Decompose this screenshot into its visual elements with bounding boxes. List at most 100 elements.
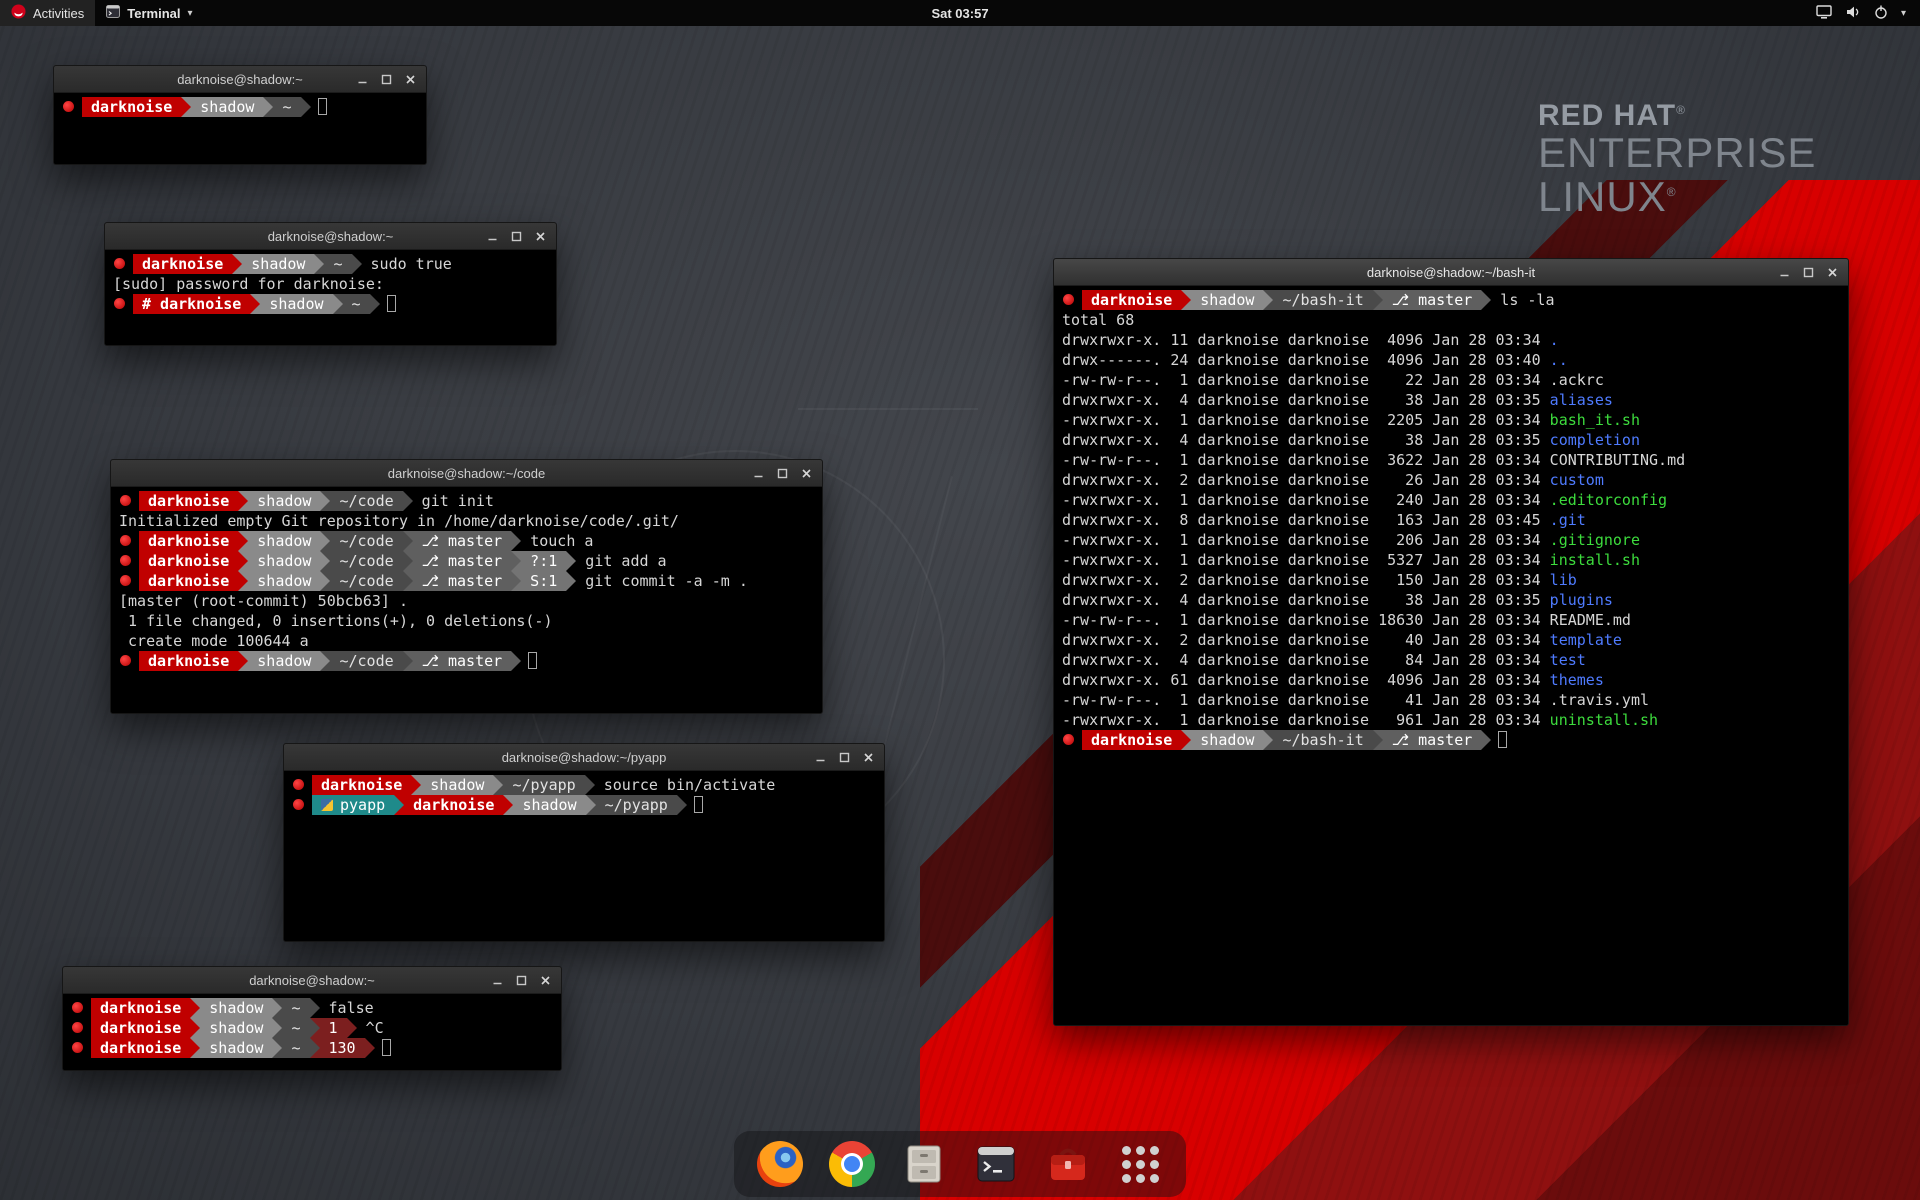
file-name: .editorconfig [1550, 491, 1667, 509]
terminal-line: darknoiseshadow~/code⎇ master?:1 git add… [119, 551, 814, 571]
file-entry: -rwxrwxr-x. 1 darknoise darknoise 2205 J… [1062, 410, 1840, 430]
powerline-separator [566, 571, 576, 591]
file-entry: -rw-rw-r--. 1 darknoise darknoise 22 Jan… [1062, 370, 1840, 390]
prompt-host-segment: shadow [1191, 730, 1263, 750]
close-button[interactable] [1822, 262, 1843, 283]
window-titlebar[interactable]: darknoise@shadow:~ [63, 967, 561, 994]
app-grid-dots [1122, 1146, 1159, 1183]
file-name: template [1550, 631, 1622, 649]
prompt-path-segment: ~ [282, 1018, 309, 1038]
window-titlebar[interactable]: darknoise@shadow:~/code [111, 460, 822, 487]
prompt-path-segment: ~/pyapp [503, 775, 584, 795]
toolbox-icon[interactable] [1044, 1140, 1092, 1188]
prompt-git-segment: ⎇ master [413, 651, 512, 671]
powerline-separator [511, 531, 521, 551]
clock[interactable]: Sat 03:57 [931, 6, 988, 21]
registered-mark: ® [1676, 103, 1686, 117]
maximize-button[interactable] [772, 463, 793, 484]
file-entry: drwxrwxr-x. 8 darknoise darknoise 163 Ja… [1062, 510, 1840, 530]
app-menu-label: Terminal [127, 6, 180, 21]
prompt-git-segment: ⎇ master [413, 571, 512, 591]
brand-enterprise: ENTERPRISE [1538, 131, 1816, 175]
close-button[interactable] [535, 970, 556, 991]
close-button[interactable] [858, 747, 879, 768]
window-title: darknoise@shadow:~ [268, 229, 394, 244]
file-attributes: -rwxrwxr-x. 1 darknoise darknoise 240 Ja… [1062, 491, 1550, 509]
terminal-text: total 68 [1062, 311, 1134, 329]
maximize-button[interactable] [1798, 262, 1819, 283]
terminal-content[interactable]: darknoiseshadow~ sudo true[sudo] passwor… [105, 250, 556, 345]
file-name: uninstall.sh [1550, 711, 1658, 729]
terminal-line: darknoiseshadow~/bash-it⎇ master ls -la [1062, 290, 1840, 310]
redhat-icon [293, 799, 304, 810]
file-attributes: -rw-rw-r--. 1 darknoise darknoise 22 Jan… [1062, 371, 1550, 389]
activities-button[interactable]: Activities [0, 0, 95, 26]
file-attributes: drwxrwxr-x. 4 darknoise darknoise 84 Jan… [1062, 651, 1550, 669]
file-entry: drwxrwxr-x. 4 darknoise darknoise 84 Jan… [1062, 650, 1840, 670]
maximize-button[interactable] [511, 970, 532, 991]
window-title: darknoise@shadow:~/bash-it [1367, 265, 1535, 280]
prompt-git-segment: ⎇ master [413, 531, 512, 551]
maximize-button[interactable] [376, 69, 397, 90]
powerline-separator [511, 551, 521, 571]
powerline-separator [238, 531, 248, 551]
terminal-text: touch a [521, 532, 593, 550]
redhat-icon [114, 258, 125, 269]
close-button[interactable] [530, 226, 551, 247]
terminal-line: darknoiseshadow~/code⎇ master [119, 651, 814, 671]
prompt-host-segment: shadow [513, 795, 585, 815]
terminal-window: darknoise@shadow:~/bash-it darknoiseshad… [1053, 258, 1849, 1026]
minimize-button[interactable] [352, 69, 373, 90]
window-titlebar[interactable]: darknoise@shadow:~ [105, 223, 556, 250]
prompt-host-segment: shadow [248, 551, 320, 571]
powerline-separator [1373, 730, 1383, 750]
file-attributes: drwxrwxr-x. 2 darknoise darknoise 40 Jan… [1062, 631, 1550, 649]
minimize-button[interactable] [810, 747, 831, 768]
prompt-user-segment: darknoise [133, 254, 232, 274]
firefox-icon[interactable] [756, 1140, 804, 1188]
dock [734, 1131, 1186, 1197]
close-button[interactable] [796, 463, 817, 484]
file-attributes: drwxrwxr-x. 61 darknoise darknoise 4096 … [1062, 671, 1550, 689]
window-titlebar[interactable]: darknoise@shadow:~/bash-it [1054, 259, 1848, 286]
minimize-button[interactable] [1774, 262, 1795, 283]
powerline-separator [403, 651, 413, 671]
files-icon[interactable] [900, 1140, 948, 1188]
chrome-icon[interactable] [828, 1140, 876, 1188]
system-status-area[interactable]: ▾ [1802, 0, 1920, 26]
powerline-separator [310, 998, 320, 1018]
terminal-content[interactable]: darknoiseshadow~/pyapp source bin/activa… [284, 771, 884, 941]
terminal-line: darknoiseshadow~/bash-it⎇ master [1062, 730, 1840, 750]
window-titlebar[interactable]: darknoise@shadow:~ [54, 66, 426, 93]
prompt-path-segment: ~/code [330, 531, 402, 551]
terminal-content[interactable]: darknoiseshadow~ [54, 93, 426, 164]
powerline-separator [190, 1038, 200, 1058]
app-grid-icon[interactable] [1116, 1140, 1164, 1188]
terminal-content[interactable]: darknoiseshadow~/bash-it⎇ master ls -lat… [1054, 286, 1848, 1025]
terminal-text: git add a [576, 552, 666, 570]
prompt-user-segment: darknoise [1082, 290, 1181, 310]
minimize-button[interactable] [748, 463, 769, 484]
powerline-separator [403, 551, 413, 571]
terminal-line: Initialized empty Git repository in /hom… [119, 511, 814, 531]
powerline-separator [263, 97, 273, 117]
powerline-separator [352, 254, 362, 274]
terminal-content[interactable]: darknoiseshadow~/code git initInitialize… [111, 487, 822, 713]
close-button[interactable] [400, 69, 421, 90]
file-entry: drwxrwxr-x. 2 darknoise darknoise 150 Ja… [1062, 570, 1840, 590]
maximize-button[interactable] [834, 747, 855, 768]
terminal-line: darknoiseshadow~/code⎇ master touch a [119, 531, 814, 551]
app-menu-button[interactable]: Terminal ▾ [95, 0, 203, 26]
terminal-text: ^C [357, 1019, 384, 1037]
minimize-button[interactable] [482, 226, 503, 247]
minimize-button[interactable] [487, 970, 508, 991]
prompt-host-segment: shadow [200, 1038, 272, 1058]
terminal-window: darknoise@shadow:~ darknoiseshadow~ fals… [62, 966, 562, 1071]
file-name: aliases [1550, 391, 1613, 409]
maximize-button[interactable] [506, 226, 527, 247]
window-title: darknoise@shadow:~/pyapp [502, 750, 667, 765]
terminal-content[interactable]: darknoiseshadow~ falsedarknoiseshadow~1 … [63, 994, 561, 1070]
terminal-icon[interactable] [972, 1140, 1020, 1188]
powerline-separator [511, 651, 521, 671]
window-titlebar[interactable]: darknoise@shadow:~/pyapp [284, 744, 884, 771]
